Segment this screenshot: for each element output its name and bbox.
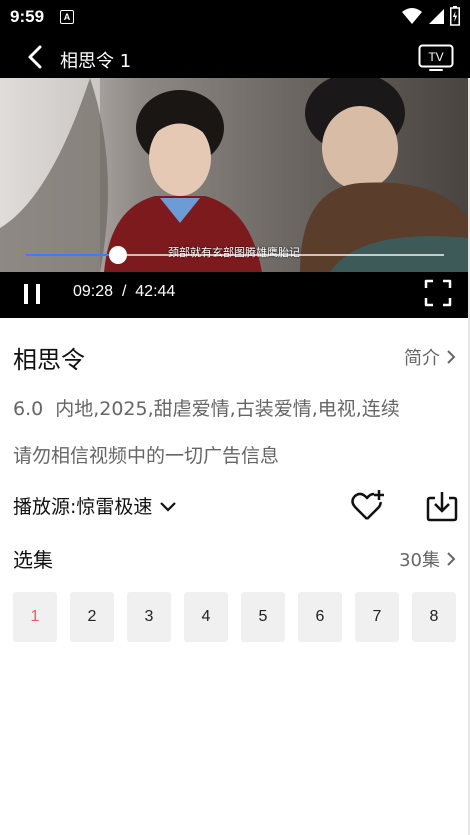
source-label: 播放源: (13, 496, 77, 518)
episode-button[interactable]: 1 (13, 592, 57, 642)
episode-button[interactable]: 4 (184, 592, 228, 642)
progress-fill (26, 254, 119, 256)
show-meta: 6.0 内地,2025,甜虐爱情,古装爱情,电视,连续 (13, 394, 412, 421)
episodes-count: 30集 (399, 550, 440, 571)
battery-icon (450, 6, 460, 26)
status-bar: 9:59 A (0, 0, 470, 34)
video-frame[interactable]: 颈部就有玄部图腾雄鹰胎记 (0, 78, 468, 272)
download-icon[interactable] (424, 488, 460, 524)
player-controls: 09:28 / 42:44 (0, 272, 468, 318)
chevron-down-icon (160, 501, 177, 512)
episode-button[interactable]: 5 (241, 592, 285, 642)
source-value: 惊雷极速 (76, 496, 153, 518)
tags: 内地,2025,甜虐爱情,古装爱情,电视,连续 (55, 398, 400, 420)
episode-button[interactable]: 2 (70, 592, 114, 642)
episode-button[interactable]: 7 (355, 592, 399, 642)
episode-title: 相思令 1 (60, 51, 132, 72)
back-icon[interactable] (24, 44, 48, 70)
episode-button[interactable]: 6 (298, 592, 342, 642)
intro-link[interactable]: 简介 (404, 344, 456, 370)
tv-cast-icon: TV (418, 44, 454, 71)
wifi-icon (402, 8, 422, 24)
episode-button[interactable]: 3 (127, 592, 171, 642)
rating: 6.0 (13, 398, 44, 420)
total-time: 42:44 (135, 283, 176, 300)
show-title: 相思令 (13, 346, 85, 374)
fullscreen-icon[interactable] (424, 279, 452, 307)
time-display: 09:28 / 42:44 (73, 283, 175, 301)
pause-icon[interactable] (22, 281, 42, 307)
episodes-count-link[interactable]: 30集 (399, 546, 456, 572)
intro-label: 简介 (404, 348, 440, 369)
source-selector[interactable]: 播放源: 惊雷极速 (13, 492, 178, 519)
time-separator: / (121, 283, 127, 300)
episode-button[interactable]: 8 (412, 592, 456, 642)
progress-bar[interactable] (26, 246, 444, 264)
current-time: 09:28 (73, 283, 114, 300)
favorite-add-icon[interactable] (350, 488, 386, 524)
status-time: 9:59 (10, 7, 45, 26)
ad-warning: 请勿相信视频中的一切广告信息 (13, 445, 280, 467)
system-icons (402, 6, 460, 26)
video-subtitle: 颈部就有玄部图腾雄鹰胎记 (168, 246, 300, 259)
notification-icon: A (60, 10, 74, 24)
episode-list: 1 2 3 4 5 6 7 8 (13, 592, 456, 642)
episodes-label: 选集 (13, 548, 53, 572)
player-top-bar: 相思令 1 TV (0, 34, 470, 78)
video-scene (0, 78, 468, 272)
tv-cast-label: TV (428, 50, 443, 64)
chevron-right-icon (447, 552, 456, 566)
signal-icon (429, 9, 444, 24)
tv-cast-button[interactable]: TV (418, 44, 454, 72)
chevron-right-icon (447, 350, 456, 364)
